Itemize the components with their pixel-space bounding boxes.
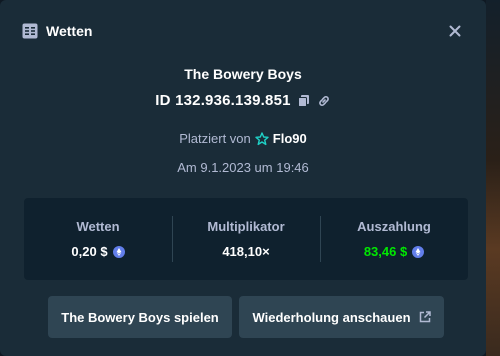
modal-title: Wetten xyxy=(46,23,93,39)
bet-details-modal: Wetten The Bowery Boys ID 132.936.139.85… xyxy=(0,0,486,356)
wager-value: 0,20 $ xyxy=(71,244,108,259)
multiplier-label: Multiplikator xyxy=(207,219,285,234)
bet-date: Am 9.1.2023 um 19:46 xyxy=(177,160,309,175)
ethereum-coin-icon xyxy=(112,245,125,258)
bet-id-row: ID 132.936.139.851 xyxy=(0,92,486,109)
username[interactable]: Flo90 xyxy=(273,131,307,146)
ethereum-coin-icon xyxy=(412,245,425,258)
game-title[interactable]: The Bowery Boys xyxy=(0,66,486,82)
wager-label: Wetten xyxy=(76,219,120,234)
bet-slip-icon xyxy=(22,23,38,39)
link-icon[interactable] xyxy=(317,94,331,108)
watch-replay-button[interactable]: Wiederholung anschauen xyxy=(239,296,444,338)
stat-payout: Auszahlung 83,46 $ xyxy=(320,198,468,280)
bet-id: ID 132.936.139.851 xyxy=(155,92,291,109)
payout-label: Auszahlung xyxy=(357,219,431,234)
close-button[interactable] xyxy=(444,20,466,42)
watch-replay-label: Wiederholung anschauen xyxy=(252,309,411,325)
play-game-label: The Bowery Boys spielen xyxy=(61,309,219,325)
background-edge xyxy=(486,0,500,356)
bet-stats-panel: Wetten 0,20 $ Multiplikator 418,10× Ausz… xyxy=(24,198,468,280)
stat-wager: Wetten 0,20 $ xyxy=(24,198,172,280)
external-link-icon xyxy=(419,311,431,323)
star-icon xyxy=(255,131,269,145)
close-icon xyxy=(449,25,461,37)
wager-value-row: 0,20 $ xyxy=(71,244,125,259)
copy-icon[interactable] xyxy=(297,94,311,108)
stat-multiplier: Multiplikator 418,10× xyxy=(172,198,320,280)
placed-by-row: Platziert von Flo90 xyxy=(0,131,486,146)
payout-value: 83,46 $ xyxy=(363,244,408,259)
payout-value-row: 83,46 $ xyxy=(363,244,425,259)
multiplier-value: 418,10× xyxy=(222,244,270,259)
placed-by-label: Platziert von xyxy=(179,131,251,146)
play-game-button[interactable]: The Bowery Boys spielen xyxy=(48,296,232,338)
multiplier-value-row: 418,10× xyxy=(222,244,269,259)
modal-header: Wetten xyxy=(22,20,92,42)
